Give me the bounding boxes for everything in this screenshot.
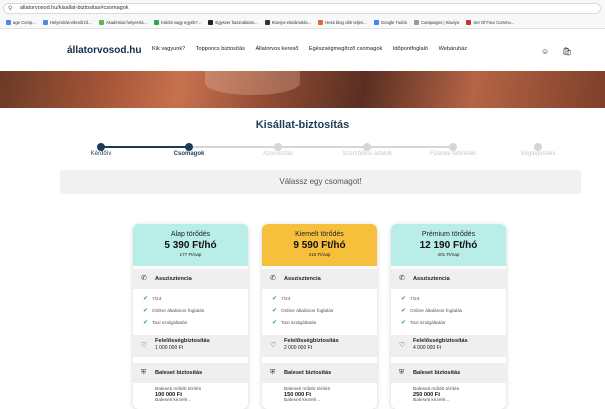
feature-item: ✔ Online általános foglalás bbox=[401, 308, 463, 314]
step-dot-3 bbox=[274, 143, 282, 151]
user-icon[interactable]: ☺ bbox=[541, 47, 549, 56]
shield-icon: ⛨ bbox=[399, 369, 405, 376]
progress-stepper: Kérdőív Csomagok Azonosítás Szerződési a… bbox=[0, 143, 605, 163]
step-line-todo bbox=[188, 146, 453, 148]
package-header: Alap törődés 5 390 Ft/hó 177 Ft/nap bbox=[133, 224, 248, 266]
package-card-premium[interactable]: Prémium törődés 12 190 Ft/hó 401 Ft/nap … bbox=[391, 224, 506, 409]
bookmark[interactable]: Campaigns | Klaviyo bbox=[414, 17, 459, 28]
choose-package-banner: Válassz egy csomagot! bbox=[60, 170, 581, 194]
bookmark[interactable]: Klaviyo-elszámolás... bbox=[264, 17, 311, 28]
check-icon: ✔ bbox=[401, 308, 407, 314]
step-label-4: Szerződési adatok bbox=[342, 151, 392, 157]
bookmark[interactable]: Set Of Four Commu... bbox=[466, 17, 514, 28]
package-daily-price: 315 Ft/nap bbox=[308, 252, 331, 257]
check-icon: ✔ bbox=[401, 296, 407, 302]
bookmark[interactable]: Akadémiai helyesírá... bbox=[98, 17, 147, 28]
site-info-icon[interactable]: ⚲ bbox=[8, 5, 12, 14]
step-dot-2 bbox=[185, 143, 193, 151]
feature-item: ✔ 7/24 bbox=[401, 296, 420, 302]
accident-surgery: Baleseti műtéti térítés 250 000 Ft Baleset… bbox=[413, 387, 460, 403]
page-title: Kisállat-biztosítás bbox=[255, 119, 350, 131]
menu-item-insurance[interactable]: Topponcs biztosítás bbox=[196, 46, 245, 52]
bookmark[interactable]: Egyszer használatos... bbox=[208, 17, 258, 28]
package-daily-price: 401 Ft/nap bbox=[437, 252, 460, 257]
heart-icon: ♡ bbox=[270, 342, 277, 349]
bookmarks-bar: age Comp... Helyesírás-ellenőrző... Akad… bbox=[0, 17, 605, 28]
step-label-6: Véglegesítés bbox=[520, 151, 556, 157]
accident-row: ⛨ Baleset biztosítás bbox=[262, 363, 377, 383]
address-bar[interactable]: ⚲ allatorvosod.hu/kisallat-biztositas#cs… bbox=[3, 3, 601, 14]
check-icon: ✔ bbox=[272, 320, 278, 326]
liability-row: ♡ Felelősségbiztosítás 2 000 000 Ft bbox=[262, 335, 377, 357]
accident-row: ⛨ Baleset biztosítás bbox=[133, 363, 248, 383]
bookmark[interactable]: Hess blog cikk teljes... bbox=[318, 17, 367, 28]
bookmark[interactable]: Google Tudós bbox=[373, 17, 407, 28]
package-name: Kiemelt törődés bbox=[295, 231, 344, 238]
accident-surgery: Baleseti műtéti térítés 150 000 Ft Baleset… bbox=[284, 387, 331, 403]
bookmark[interactable]: age Comp... bbox=[6, 17, 36, 28]
site-header: állatorvosod.hu Kik vagyunk? Topponcs bi… bbox=[0, 29, 605, 71]
phone-icon: ✆ bbox=[399, 275, 405, 282]
assistance-row: ✆ Asszisztencia bbox=[133, 269, 248, 289]
url-text: allatorvosod.hu/kisallat-biztositas#csom… bbox=[20, 5, 129, 11]
feature-item: ✔ Taxi szolgáltatás bbox=[272, 320, 317, 326]
assistance-row: ✆ Asszisztencia bbox=[262, 269, 377, 289]
step-dot-5 bbox=[449, 143, 457, 151]
package-header: Prémium törődés 12 190 Ft/hó 401 Ft/nap bbox=[391, 224, 506, 266]
check-icon: ✔ bbox=[143, 320, 149, 326]
step-label-5: Fizetési feltételek bbox=[429, 151, 477, 157]
step-dot-6 bbox=[534, 143, 542, 151]
package-header: Kiemelt törődés 9 590 Ft/hó 315 Ft/nap bbox=[262, 224, 377, 266]
package-price: 5 390 Ft/hó bbox=[164, 240, 217, 251]
accident-row: ⛨ Baleset biztosítás bbox=[391, 363, 506, 383]
check-icon: ✔ bbox=[143, 308, 149, 314]
shield-icon: ⛨ bbox=[270, 369, 276, 376]
step-label-2: Csomagok bbox=[173, 151, 205, 157]
package-price: 12 190 Ft/hó bbox=[419, 240, 478, 251]
main-menu: Kik vagyunk? Topponcs biztosítás Állator… bbox=[152, 46, 476, 52]
package-card-basic[interactable]: Alap törődés 5 390 Ft/hó 177 Ft/nap ✆ Ass… bbox=[133, 224, 248, 409]
menu-item-about[interactable]: Kik vagyunk? bbox=[152, 46, 185, 52]
package-card-featured[interactable]: Kiemelt törődés 9 590 Ft/hó 315 Ft/nap ✆… bbox=[262, 224, 377, 409]
hero-banner bbox=[0, 71, 605, 108]
feature-item: ✔ Taxi szolgáltatás bbox=[143, 320, 188, 326]
liability-row: ♡ Felelősségbiztosítás 4 000 000 Ft bbox=[391, 335, 506, 357]
assistance-row: ✆ Asszisztencia bbox=[391, 269, 506, 289]
phone-icon: ✆ bbox=[270, 275, 276, 282]
check-icon: ✔ bbox=[272, 296, 278, 302]
feature-item: ✔ Taxi szolgáltatás bbox=[401, 320, 446, 326]
step-label-3: Azonosítás bbox=[263, 151, 293, 157]
step-dot-4 bbox=[363, 143, 371, 151]
liability-row: ♡ Felelősségbiztosítás 1 000 000 Ft bbox=[133, 335, 248, 357]
accident-surgery: Baleseti műtéti térítés 100 000 Ft Baleset… bbox=[155, 387, 202, 403]
cart-icon[interactable]: 🛍 bbox=[562, 47, 572, 56]
browser-bar: ⚲ allatorvosod.hu/kisallat-biztositas#cs… bbox=[0, 0, 605, 29]
heart-icon: ♡ bbox=[141, 342, 148, 349]
bookmark[interactable]: Helyesírás-ellenőrző... bbox=[42, 17, 92, 28]
menu-item-health-packages[interactable]: Egészségmegőrző csomagok bbox=[309, 46, 382, 52]
feature-item: ✔ 7/24 bbox=[143, 296, 162, 302]
feature-item: ✔ Online általános foglalás bbox=[272, 308, 334, 314]
feature-item: ✔ 7/24 bbox=[272, 296, 291, 302]
step-label-1: Kérdőív bbox=[90, 151, 112, 157]
bookmark[interactable]: Küldni vagy egyéb?... bbox=[154, 17, 201, 28]
step-dot-1 bbox=[97, 143, 105, 151]
step-line-done bbox=[99, 146, 188, 148]
menu-item-booking[interactable]: Időpontfoglaló bbox=[393, 46, 428, 52]
site-logo[interactable]: állatorvosod.hu bbox=[67, 45, 141, 56]
feature-item: ✔ Online általános foglalás bbox=[143, 308, 205, 314]
menu-item-vet-search[interactable]: Állatorvos kereső bbox=[255, 46, 298, 52]
package-daily-price: 177 Ft/nap bbox=[179, 252, 202, 257]
package-price: 9 590 Ft/hó bbox=[293, 240, 346, 251]
package-name: Alap törődés bbox=[170, 231, 211, 238]
check-icon: ✔ bbox=[143, 296, 149, 302]
menu-item-shop[interactable]: Webáruház bbox=[439, 46, 468, 52]
check-icon: ✔ bbox=[272, 308, 278, 314]
heart-icon: ♡ bbox=[399, 342, 406, 349]
shield-icon: ⛨ bbox=[141, 369, 147, 376]
package-name: Prémium törődés bbox=[421, 231, 476, 238]
phone-icon: ✆ bbox=[141, 275, 147, 282]
check-icon: ✔ bbox=[401, 320, 407, 326]
